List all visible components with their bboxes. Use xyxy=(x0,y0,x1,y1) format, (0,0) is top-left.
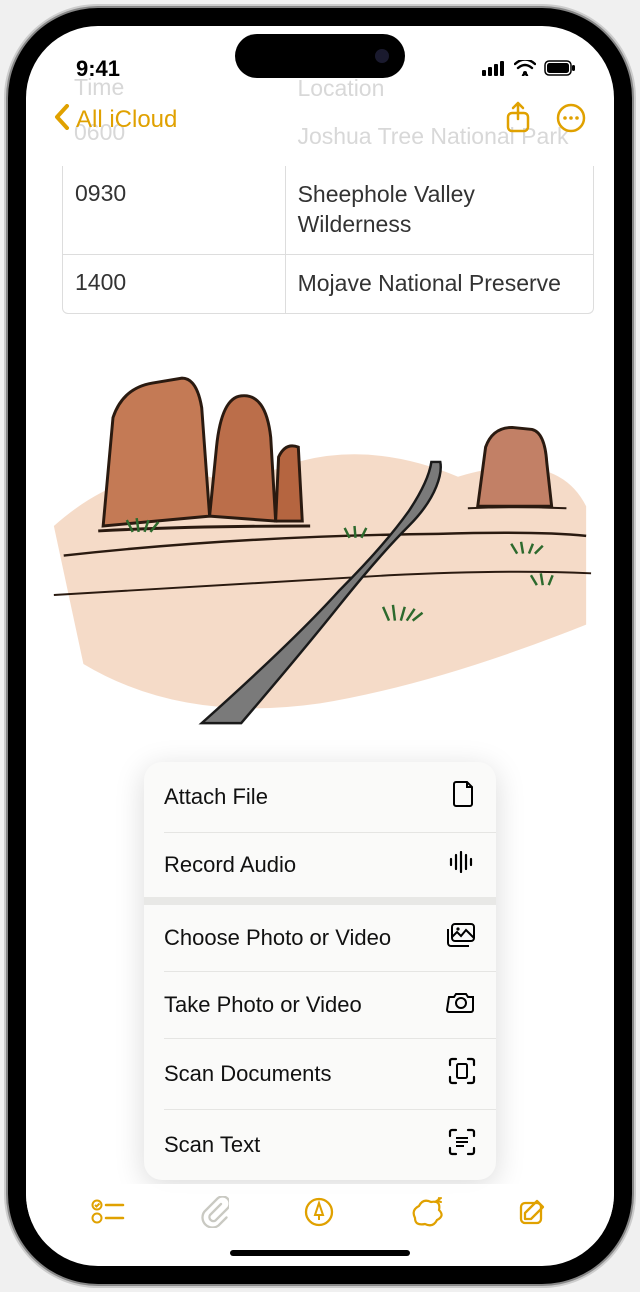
menu-label: Record Audio xyxy=(164,852,296,878)
menu-scan-documents[interactable]: Scan Documents xyxy=(144,1039,496,1109)
battery-icon xyxy=(544,56,576,82)
wifi-icon xyxy=(514,56,536,82)
menu-label: Scan Documents xyxy=(164,1061,332,1087)
scan-doc-icon xyxy=(448,1057,476,1091)
table-row[interactable]: 1400 Mojave National Preserve xyxy=(63,254,593,313)
waveform-icon xyxy=(448,851,476,879)
scan-text-icon xyxy=(448,1128,476,1162)
compose-button[interactable] xyxy=(519,1197,549,1232)
ai-tools-button[interactable] xyxy=(409,1196,445,1233)
cell-time: 0930 xyxy=(63,166,286,254)
menu-label: Choose Photo or Video xyxy=(164,925,391,951)
menu-record-audio[interactable]: Record Audio xyxy=(144,833,496,897)
menu-label: Take Photo or Video xyxy=(164,992,362,1018)
cellular-icon xyxy=(482,56,506,82)
back-label: All iCloud xyxy=(76,106,177,134)
itinerary-table: 0930 Sheephole Valley Wilderness 1400 Mo… xyxy=(62,166,594,314)
menu-attach-file[interactable]: Attach File xyxy=(144,762,496,832)
gallery-icon xyxy=(446,923,476,953)
cell-location: Sheephole Valley Wilderness xyxy=(286,166,593,254)
dynamic-island xyxy=(235,34,405,78)
menu-scan-text[interactable]: Scan Text xyxy=(144,1110,496,1180)
status-time: 9:41 xyxy=(76,56,120,82)
back-button[interactable]: All iCloud xyxy=(54,104,177,137)
menu-label: Attach File xyxy=(164,784,268,810)
checklist-button[interactable] xyxy=(91,1198,125,1231)
bottom-toolbar xyxy=(26,1184,614,1244)
camera-icon xyxy=(446,990,476,1020)
chevron-left-icon xyxy=(54,104,70,137)
attach-menu: Attach File Record Audio Choose Photo or… xyxy=(144,762,496,1180)
nav-bar: All iCloud xyxy=(26,90,614,150)
markup-button[interactable] xyxy=(303,1196,335,1233)
cell-time: 1400 xyxy=(63,255,286,313)
share-button[interactable] xyxy=(504,101,532,140)
screen: Time 0600 Location Joshua Tree National … xyxy=(26,26,614,1266)
phone-frame: Time 0600 Location Joshua Tree National … xyxy=(8,8,632,1284)
more-button[interactable] xyxy=(556,103,586,138)
desert-sketch xyxy=(44,326,596,726)
menu-label: Scan Text xyxy=(164,1132,260,1158)
table-row[interactable]: 0930 Sheephole Valley Wilderness xyxy=(63,166,593,254)
file-icon xyxy=(452,780,476,814)
cell-location: Mojave National Preserve xyxy=(286,255,593,313)
attachment-button[interactable] xyxy=(199,1196,229,1233)
menu-choose-photo[interactable]: Choose Photo or Video xyxy=(144,905,496,971)
menu-take-photo[interactable]: Take Photo or Video xyxy=(144,972,496,1038)
home-indicator[interactable] xyxy=(230,1250,410,1256)
